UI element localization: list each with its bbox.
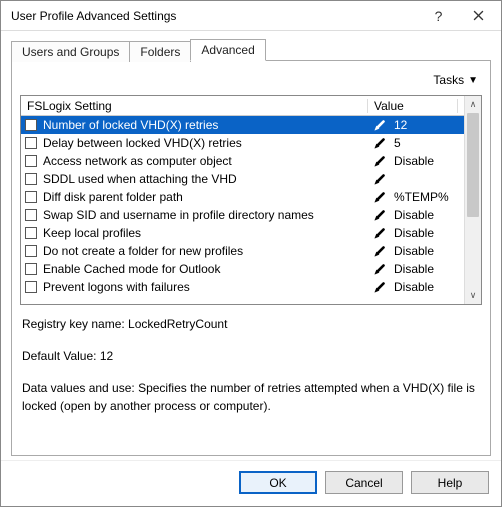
table-row[interactable]: Number of locked VHD(X) retries 12: [21, 116, 464, 134]
setting-label: Number of locked VHD(X) retries: [43, 118, 368, 132]
table-row[interactable]: SDDL used when attaching the VHD: [21, 170, 464, 188]
details-pane: Registry key name: LockedRetryCount Defa…: [20, 305, 482, 431]
scroll-up-icon[interactable]: ∧: [465, 96, 481, 113]
row-checkbox[interactable]: [25, 155, 37, 167]
edit-icon[interactable]: [368, 118, 392, 132]
setting-value: Disable: [392, 262, 464, 276]
edit-icon[interactable]: [368, 280, 392, 294]
table-row[interactable]: Access network as computer object Disable: [21, 152, 464, 170]
setting-value: 5: [392, 136, 464, 150]
table-row[interactable]: Diff disk parent folder path %TEMP%: [21, 188, 464, 206]
setting-label: Do not create a folder for new profiles: [43, 244, 368, 258]
table-row[interactable]: Enable Cached mode for Outlook Disable: [21, 260, 464, 278]
table-row[interactable]: Delay between locked VHD(X) retries 5: [21, 134, 464, 152]
table-row[interactable]: Swap SID and username in profile directo…: [21, 206, 464, 224]
row-checkbox[interactable]: [25, 191, 37, 203]
row-checkbox[interactable]: [25, 263, 37, 275]
scroll-track[interactable]: [465, 113, 481, 287]
dialog-window: User Profile Advanced Settings ? Users a…: [0, 0, 502, 507]
registry-key-label: Registry key name:: [22, 317, 128, 331]
table-row[interactable]: Do not create a folder for new profiles D…: [21, 242, 464, 260]
default-value: 12: [100, 349, 113, 363]
scroll-down-icon[interactable]: ∨: [465, 287, 481, 304]
dialog-buttons: OK Cancel Help: [1, 460, 501, 506]
row-checkbox[interactable]: [25, 137, 37, 149]
setting-label: Enable Cached mode for Outlook: [43, 262, 368, 276]
help-button[interactable]: Help: [411, 471, 489, 494]
tasks-menu[interactable]: Tasks ▼: [20, 69, 482, 91]
settings-list: FSLogix Setting Value Number of locked V…: [20, 95, 482, 305]
setting-value: Disable: [392, 154, 464, 168]
row-checkbox[interactable]: [25, 209, 37, 221]
tab-panel-advanced: Tasks ▼ FSLogix Setting Value Number of …: [11, 60, 491, 456]
column-header-value[interactable]: Value: [368, 99, 458, 113]
default-value-label: Default Value:: [22, 349, 100, 363]
edit-icon[interactable]: [368, 226, 392, 240]
tab-users-and-groups[interactable]: Users and Groups: [11, 41, 130, 62]
column-header-setting[interactable]: FSLogix Setting: [21, 99, 368, 113]
edit-icon[interactable]: [368, 154, 392, 168]
setting-value: Disable: [392, 280, 464, 294]
scroll-thumb[interactable]: [467, 113, 479, 217]
row-checkbox[interactable]: [25, 119, 37, 131]
close-icon[interactable]: [456, 1, 501, 31]
setting-label: Delay between locked VHD(X) retries: [43, 136, 368, 150]
edit-icon[interactable]: [368, 136, 392, 150]
setting-value: 12: [392, 118, 464, 132]
vertical-scrollbar[interactable]: ∧ ∨: [464, 96, 481, 304]
ok-button[interactable]: OK: [239, 471, 317, 494]
setting-value: %TEMP%: [392, 190, 464, 204]
help-icon[interactable]: ?: [421, 1, 456, 31]
row-checkbox[interactable]: [25, 281, 37, 293]
table-row[interactable]: Keep local profiles Disable: [21, 224, 464, 242]
description-label: Data values and use:: [22, 381, 138, 395]
setting-label: Keep local profiles: [43, 226, 368, 240]
row-checkbox[interactable]: [25, 173, 37, 185]
setting-label: Prevent logons with failures: [43, 280, 368, 294]
cancel-button[interactable]: Cancel: [325, 471, 403, 494]
chevron-down-icon: ▼: [468, 75, 478, 86]
titlebar: User Profile Advanced Settings ?: [1, 1, 501, 31]
edit-icon[interactable]: [368, 208, 392, 222]
tabs: Users and Groups Folders Advanced: [11, 39, 491, 61]
row-checkbox[interactable]: [25, 245, 37, 257]
setting-label: SDDL used when attaching the VHD: [43, 172, 368, 186]
registry-key-value: LockedRetryCount: [128, 317, 227, 331]
setting-label: Diff disk parent folder path: [43, 190, 368, 204]
setting-value: Disable: [392, 226, 464, 240]
list-header: FSLogix Setting Value: [21, 96, 464, 116]
window-title: User Profile Advanced Settings: [11, 9, 421, 23]
setting-label: Access network as computer object: [43, 154, 368, 168]
edit-icon[interactable]: [368, 190, 392, 204]
edit-icon[interactable]: [368, 262, 392, 276]
tab-advanced[interactable]: Advanced: [190, 39, 265, 61]
setting-value: Disable: [392, 208, 464, 222]
setting-value: Disable: [392, 244, 464, 258]
tasks-label: Tasks: [433, 73, 464, 87]
edit-icon[interactable]: [368, 244, 392, 258]
row-checkbox[interactable]: [25, 227, 37, 239]
edit-icon[interactable]: [368, 172, 392, 186]
table-row[interactable]: Prevent logons with failures Disable: [21, 278, 464, 296]
content-area: Users and Groups Folders Advanced Tasks …: [1, 31, 501, 460]
setting-label: Swap SID and username in profile directo…: [43, 208, 368, 222]
tab-folders[interactable]: Folders: [129, 41, 191, 62]
